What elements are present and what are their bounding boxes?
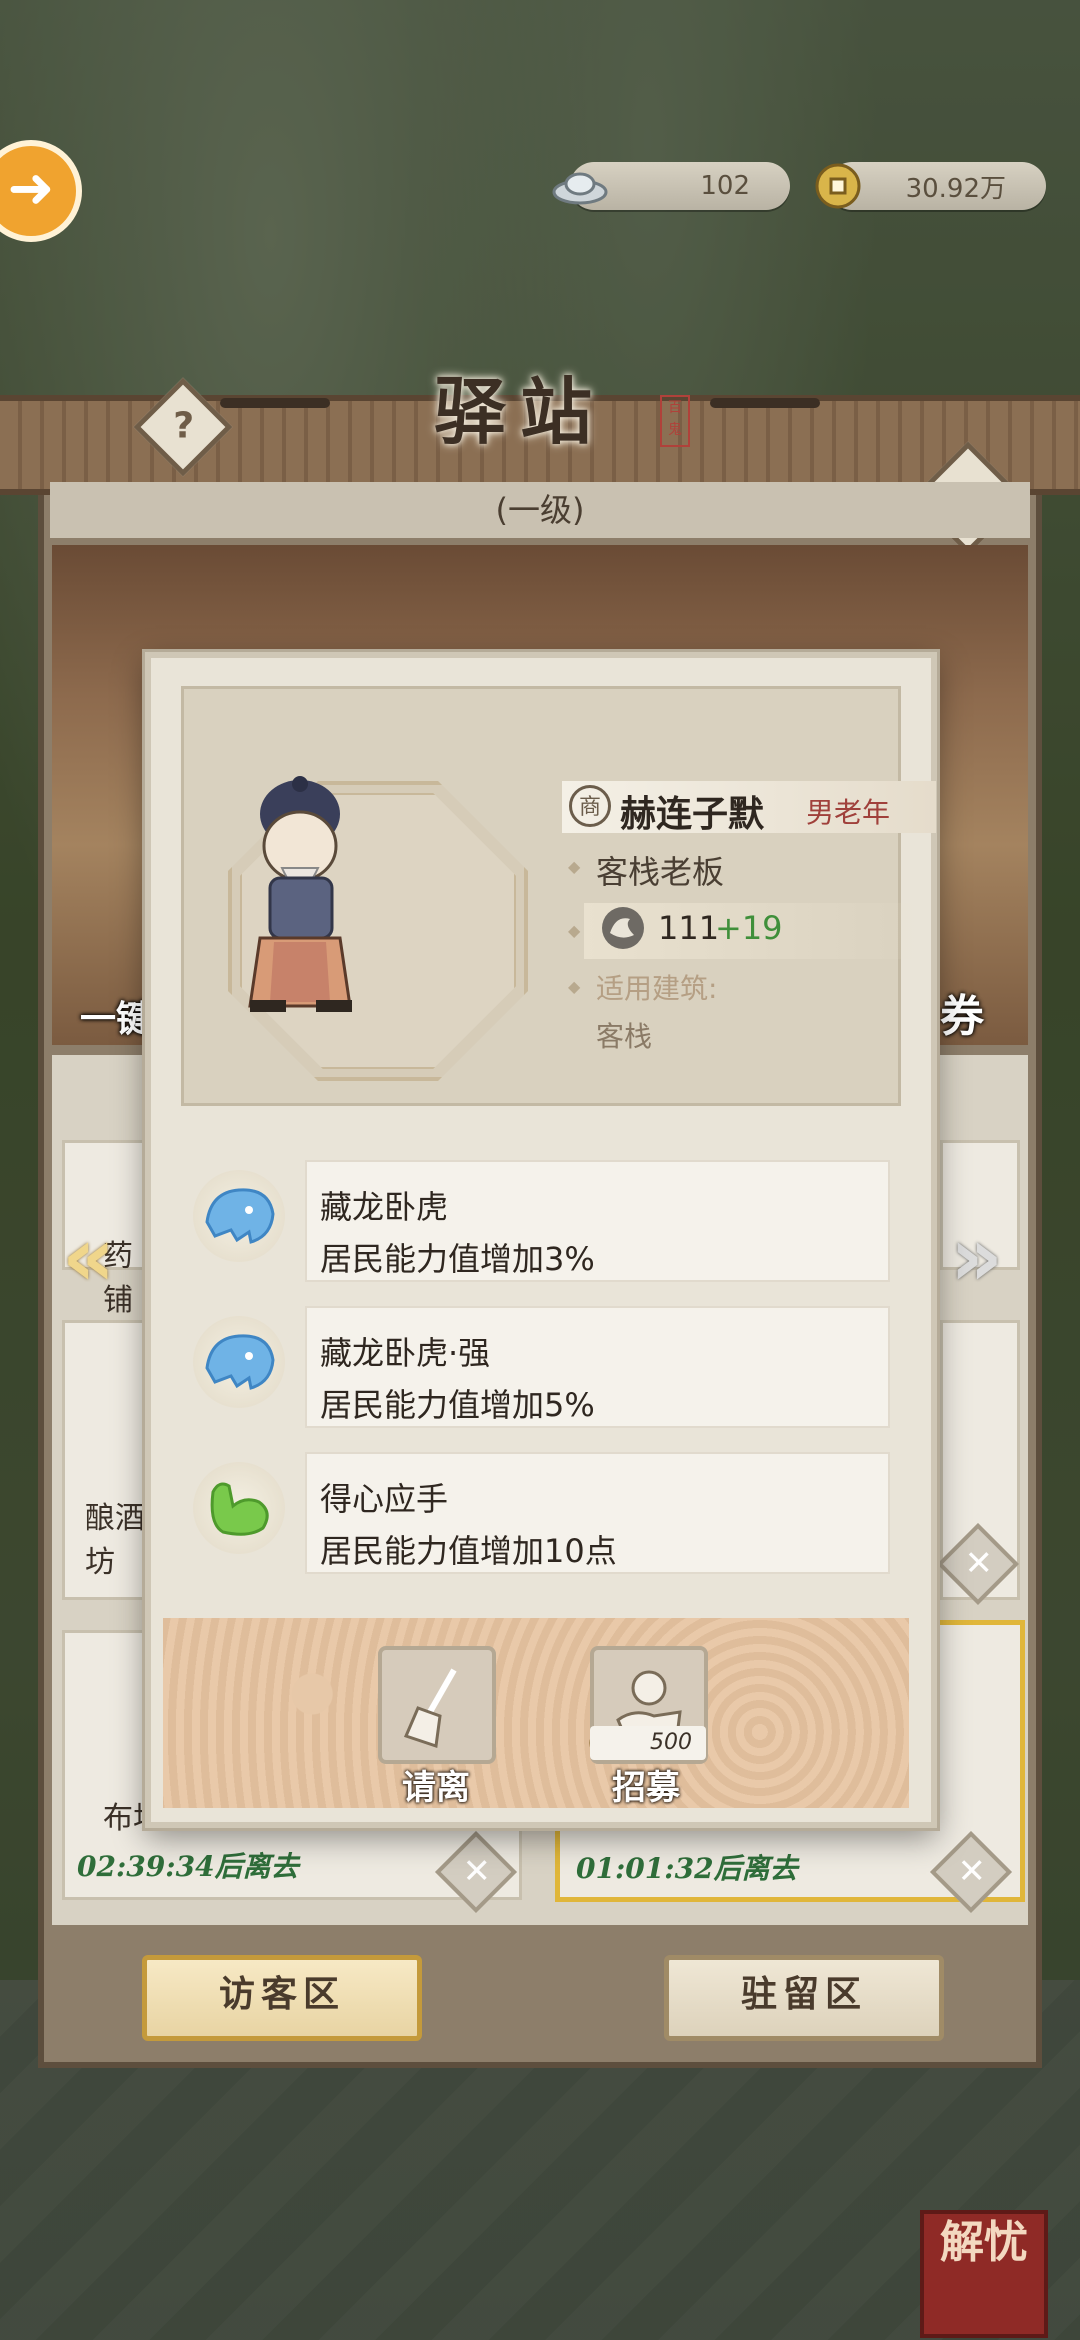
coin-counter: 30.92万	[815, 162, 1046, 210]
skill-desc: 居民能力值增加5%	[320, 1386, 595, 1424]
merchant-badge-icon: 商	[569, 785, 611, 827]
remove-button[interactable]: ✕	[929, 1830, 1013, 1914]
dismiss-label[interactable]: 请离	[402, 1760, 470, 1809]
help-icon: ?	[173, 405, 195, 447]
arm-icon	[193, 1462, 285, 1554]
npc-portrait	[190, 768, 420, 1022]
prev-page-arrow-icon[interactable]: «	[62, 1210, 115, 1305]
bullet-icon: ◆	[568, 977, 581, 996]
jieyou-seal-button[interactable]: 解忧	[920, 2210, 1048, 2338]
list-item[interactable]: ✕	[936, 1320, 1020, 1606]
skill-name: 得心应手	[320, 1480, 449, 1518]
next-page-arrow-icon[interactable]: »	[950, 1210, 1003, 1305]
bullet-icon: ◆	[568, 857, 581, 876]
ability-value: 111	[658, 909, 720, 947]
npc-occupation: 客栈老板	[596, 853, 725, 891]
silver-counter: 102	[552, 162, 790, 210]
remove-button[interactable]: ✕	[936, 1522, 1020, 1606]
skill-row: 藏龙卧虎 居民能力值增加3%	[155, 1160, 890, 1282]
skill-row: 得心应手 居民能力值增加10点	[155, 1452, 890, 1574]
tiger-icon	[193, 1316, 285, 1408]
one-key-button[interactable]: 一键	[80, 990, 152, 1042]
ability-bonus: +19	[715, 909, 783, 947]
leave-timer: 02:39:34后离去	[77, 1850, 299, 1883]
npc-tags: 男老年	[806, 796, 891, 829]
coin-value: 30.92万	[905, 173, 1006, 204]
close-icon: ✕	[964, 1543, 993, 1584]
voucher-button[interactable]: 券	[940, 980, 984, 1044]
leave-timer: 01:01:32后离去	[576, 1852, 798, 1885]
ability-icon	[600, 905, 646, 955]
bullet-icon: ◆	[568, 921, 581, 940]
skill-desc: 居民能力值增加3%	[320, 1240, 595, 1278]
skill-row: 藏龙卧虎·强 居民能力值增加5%	[155, 1306, 890, 1428]
skill-desc: 居民能力值增加10点	[320, 1532, 617, 1570]
building-value: 客栈	[596, 1020, 653, 1053]
dismiss-button[interactable]	[378, 1646, 496, 1764]
skill-name: 藏龙卧虎·强	[320, 1334, 491, 1372]
station-level: (一级)	[50, 482, 1030, 538]
recruit-cost: 500	[590, 1726, 706, 1760]
silver-ingot-icon	[552, 160, 608, 212]
silver-value: 102	[700, 171, 750, 201]
close-icon: ✕	[957, 1851, 986, 1892]
station-title: 驿站	[220, 350, 820, 460]
action-panel	[163, 1618, 909, 1808]
recruit-label[interactable]: 招募	[612, 1760, 680, 1809]
building-label: 适用建筑:	[596, 972, 718, 1005]
skill-name: 藏龙卧虎	[320, 1188, 449, 1226]
tab-resident-area[interactable]: 驻留区	[664, 1955, 944, 2041]
tab-visitor-area[interactable]: 访客区	[142, 1955, 422, 2041]
npc-name: 赫连子默	[620, 793, 765, 835]
close-icon: ✕	[462, 1851, 491, 1892]
tiger-icon	[193, 1170, 285, 1262]
title-seal: 百鬼	[660, 395, 690, 447]
coin-icon	[810, 160, 866, 212]
broom-icon	[403, 1668, 457, 1748]
